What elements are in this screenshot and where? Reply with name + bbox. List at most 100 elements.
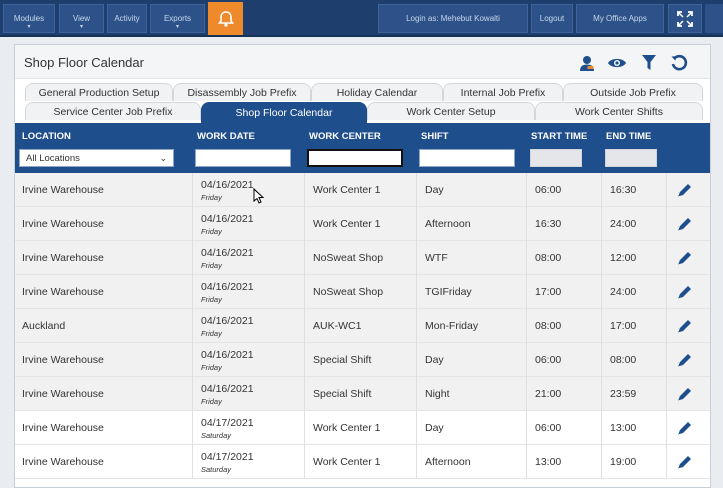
- refresh-button[interactable]: [669, 53, 689, 73]
- pencil-icon: [678, 354, 691, 367]
- nav-button-activity[interactable]: Activity: [107, 4, 147, 33]
- nav-button-view[interactable]: View ▾: [59, 4, 104, 33]
- column-header-start-time[interactable]: START TIME: [531, 131, 587, 142]
- edit-button[interactable]: [676, 249, 694, 267]
- edit-button[interactable]: [676, 181, 694, 199]
- tab-holiday-calendar[interactable]: Holiday Calendar: [311, 83, 443, 101]
- location-text: Auckland: [22, 320, 66, 332]
- work-date-text: 04/17/2021: [201, 450, 254, 463]
- caret-down-icon: ▾: [79, 24, 83, 30]
- office-apps-button[interactable]: My Office Apps: [576, 4, 664, 33]
- nav-button-modules[interactable]: Modules ▾: [3, 4, 55, 33]
- edit-button[interactable]: [676, 317, 694, 335]
- tab-label: Disassembly Job Prefix: [187, 86, 297, 99]
- work-center-filter-input[interactable]: [307, 149, 403, 167]
- start-time-cell: 06:00: [526, 173, 601, 207]
- mouse-cursor-icon: [253, 188, 265, 204]
- tab-shop-floor-calendar[interactable]: Shop Floor Calendar: [201, 102, 367, 123]
- work-center-cell: Special Shift: [304, 377, 416, 411]
- tab-disassembly-job-prefix[interactable]: Disassembly Job Prefix: [173, 83, 311, 101]
- location-cell: Irvine Warehouse: [22, 343, 192, 377]
- column-header-end-time[interactable]: END TIME: [606, 131, 651, 142]
- tab-service-center-job-prefix[interactable]: Service Center Job Prefix: [25, 102, 201, 120]
- table-row[interactable]: Irvine Warehouse 04/16/2021 Friday NoSweat …: [15, 275, 710, 309]
- tab-label: Service Center Job Prefix: [53, 105, 173, 118]
- work-center-text: Special Shift: [313, 388, 372, 400]
- login-user-display[interactable]: Login as: Mehebut Kowalti: [378, 4, 528, 33]
- end-time-filter-input[interactable]: [605, 149, 657, 167]
- office-apps-label: My Office Apps: [593, 14, 647, 23]
- table-row[interactable]: Irvine Warehouse 04/16/2021 Friday Work Cen…: [15, 173, 710, 207]
- location-text: Irvine Warehouse: [22, 456, 104, 468]
- pencil-icon: [678, 320, 691, 333]
- tab-internal-job-prefix[interactable]: Internal Job Prefix: [443, 83, 563, 101]
- column-header-work-date[interactable]: WORK DATE: [197, 131, 255, 142]
- work-center-text: Work Center 1: [313, 218, 381, 230]
- filter-icon: [642, 55, 656, 70]
- table-row[interactable]: Irvine Warehouse 04/16/2021 Friday Work Cen…: [15, 207, 710, 241]
- table-row[interactable]: Irvine Warehouse 04/16/2021 Friday Special …: [15, 343, 710, 377]
- notifications-button[interactable]: [208, 2, 243, 35]
- shift-cell: WTF: [416, 241, 526, 275]
- end-time-cell: 16:30: [601, 173, 666, 207]
- weekday-text: Friday: [201, 192, 222, 202]
- end-time-text: 16:30: [610, 184, 637, 196]
- user-settings-button[interactable]: [577, 53, 597, 73]
- location-text: Irvine Warehouse: [22, 218, 104, 230]
- work-date-text: 04/16/2021: [201, 212, 254, 225]
- work-center-text: Work Center 1: [313, 422, 381, 434]
- tab-general-production-setup[interactable]: General Production Setup: [25, 83, 173, 101]
- shift-cell: Mon-Friday: [416, 309, 526, 343]
- edit-button[interactable]: [676, 215, 694, 233]
- edit-button[interactable]: [676, 453, 694, 471]
- column-header-work-center[interactable]: WORK CENTER: [309, 131, 381, 142]
- edit-button[interactable]: [676, 385, 694, 403]
- weekday-text: Friday: [201, 294, 222, 304]
- column-header-location[interactable]: LOCATION: [22, 131, 71, 142]
- table-row[interactable]: Irvine Warehouse 04/17/2021 Saturday Work C…: [15, 411, 710, 445]
- start-time-text: 16:30: [535, 218, 562, 230]
- location-filter-select[interactable]: All Locations ⌄: [19, 149, 174, 167]
- view-button[interactable]: [607, 53, 627, 73]
- fullscreen-button[interactable]: [668, 4, 702, 33]
- shift-cell: Day: [416, 173, 526, 207]
- table-header: LOCATION WORK DATE WORK CENTER SHIFT STA…: [15, 123, 710, 173]
- edit-button[interactable]: [676, 283, 694, 301]
- start-time-text: 06:00: [535, 354, 562, 366]
- shift-filter-input[interactable]: [419, 149, 515, 167]
- table-row[interactable]: Irvine Warehouse 04/16/2021 Friday Special …: [15, 377, 710, 411]
- table-row[interactable]: Irvine Warehouse 04/17/2021 Saturday Work C…: [15, 445, 710, 479]
- end-time-cell: 13:00: [601, 411, 666, 445]
- nav-button-label: Exports: [163, 14, 192, 23]
- location-text: Irvine Warehouse: [22, 252, 104, 264]
- edit-button[interactable]: [676, 351, 694, 369]
- start-time-cell: 06:00: [526, 343, 601, 377]
- table-row[interactable]: Auckland 04/16/2021 Friday AUK-WC1 Mon-Frida…: [15, 309, 710, 343]
- work-date-text: 04/16/2021: [201, 382, 254, 395]
- weekday-text: Friday: [201, 396, 222, 406]
- tab-work-center-setup[interactable]: Work Center Setup: [367, 102, 535, 120]
- tab-outside-job-prefix[interactable]: Outside Job Prefix: [563, 83, 703, 101]
- table-row[interactable]: Irvine Warehouse 04/16/2021 Friday NoSweat …: [15, 241, 710, 275]
- start-time-filter-input[interactable]: [530, 149, 582, 167]
- location-text: Irvine Warehouse: [22, 286, 104, 298]
- filter-button[interactable]: [639, 53, 659, 73]
- nav-button-exports[interactable]: Exports ▾: [150, 4, 205, 33]
- shift-text: Day: [425, 422, 444, 434]
- start-time-cell: 06:00: [526, 411, 601, 445]
- weekday-text: Saturday: [201, 430, 232, 440]
- weekday-text: Friday: [201, 260, 222, 270]
- pencil-icon: [678, 456, 691, 469]
- start-time-text: 17:00: [535, 286, 562, 298]
- edit-button[interactable]: [676, 419, 694, 437]
- column-header-shift[interactable]: SHIFT: [421, 131, 448, 142]
- tab-work-center-shifts[interactable]: Work Center Shifts: [535, 102, 703, 120]
- pencil-icon: [678, 218, 691, 231]
- start-time-text: 21:00: [535, 388, 562, 400]
- start-time-text: 06:00: [535, 184, 562, 196]
- shop-floor-calendar-panel: Shop Floor Calendar General Production S…: [14, 44, 711, 488]
- work-date-filter-input[interactable]: [195, 149, 291, 167]
- logout-button[interactable]: Logout: [531, 4, 573, 33]
- shift-cell: Day: [416, 343, 526, 377]
- end-time-cell: 19:00: [601, 445, 666, 479]
